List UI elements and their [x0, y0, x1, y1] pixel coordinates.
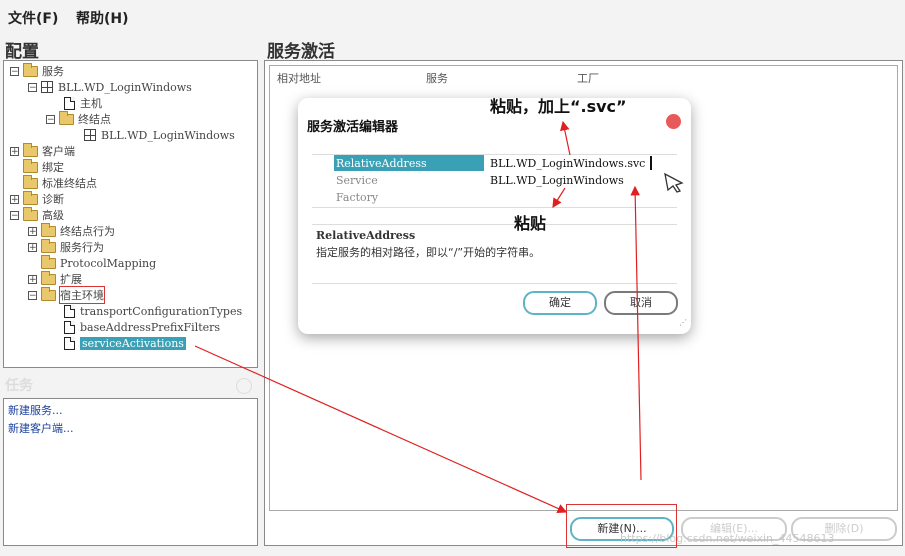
collapse-icon[interactable]: −: [28, 82, 37, 92]
document-icon: [64, 304, 75, 318]
tree-node-service-behaviors[interactable]: + 服务行为: [28, 238, 104, 255]
collapse-circle-icon[interactable]: [236, 378, 252, 394]
tree-label: 扩展: [60, 273, 82, 286]
folder-icon: [23, 206, 38, 221]
property-name[interactable]: Factory: [336, 191, 378, 204]
watermark: https://blog.csdn.net/weixin_44548613: [620, 532, 835, 545]
description-area: RelativeAddress 指定服务的相对路径，即以“/”开始的字符串。: [312, 224, 677, 284]
resize-grip-icon[interactable]: ⋰: [679, 318, 687, 327]
property-value-input[interactable]: BLL.WD_LoginWindows.svc: [490, 157, 645, 170]
tree-node-transport-types[interactable]: transportConfigurationTypes: [64, 303, 242, 319]
tree-label-selected: serviceActivations: [80, 336, 186, 350]
tree-node-advanced[interactable]: − 高级: [10, 206, 64, 223]
tree-node-service-activations[interactable]: serviceActivations: [64, 335, 186, 351]
tree-node-host[interactable]: 主机: [64, 95, 102, 111]
expand-icon[interactable]: +: [28, 226, 37, 236]
collapse-icon[interactable]: −: [10, 66, 19, 76]
tree-node-diagnostics[interactable]: + 诊断: [10, 190, 64, 207]
tree-label: 绑定: [42, 161, 64, 174]
tree-label: baseAddressPrefixFilters: [80, 320, 221, 334]
tree-node-endpoints[interactable]: − 终结点: [46, 110, 111, 127]
menu-bar: 文件(F) 帮助(H): [0, 0, 905, 34]
tree-node-hosting-environment[interactable]: − 宿主环境: [28, 286, 105, 304]
expand-icon[interactable]: +: [10, 194, 19, 204]
tree-label: BLL.WD_LoginWindows: [101, 128, 235, 142]
property-value[interactable]: BLL.WD_LoginWindows: [490, 174, 624, 187]
tree-label: 服务行为: [60, 241, 104, 254]
tree-node-services[interactable]: − 服务: [10, 62, 64, 79]
config-tree[interactable]: − 服务 − BLL.WD_LoginWindows 主机 − 终结点 BLL.WD_…: [3, 60, 258, 368]
document-icon: [64, 336, 75, 350]
menu-help[interactable]: 帮助(H): [76, 8, 129, 28]
folder-icon: [41, 254, 56, 269]
tasks-title: 任务: [5, 378, 33, 394]
folder-icon: [23, 190, 38, 205]
tree-node-client[interactable]: + 客户端: [10, 142, 75, 159]
column-factory[interactable]: 工厂: [577, 70, 599, 86]
tree-node-standard-endpoints[interactable]: 标准终结点: [23, 174, 97, 191]
new-client-link[interactable]: 新建客户端...: [8, 420, 74, 436]
document-icon: [64, 96, 75, 110]
property-name[interactable]: Service: [336, 174, 378, 187]
tree-label: 服务: [42, 65, 64, 78]
collapse-icon[interactable]: −: [28, 290, 37, 300]
tree-node-extensions[interactable]: + 扩展: [28, 270, 82, 287]
column-service[interactable]: 服务: [426, 70, 448, 86]
tree-label: transportConfigurationTypes: [80, 304, 243, 318]
tree-label: 主机: [80, 97, 102, 110]
config-title: 配置: [5, 42, 39, 62]
cancel-button[interactable]: 取消: [604, 291, 678, 315]
tree-label: ProtocolMapping: [60, 256, 157, 270]
close-icon[interactable]: [666, 114, 681, 129]
menu-file[interactable]: 文件(F): [8, 8, 58, 28]
folder-icon: [41, 270, 56, 285]
tree-label: 标准终结点: [42, 177, 97, 190]
folder-icon: [23, 158, 38, 173]
tree-label: 客户端: [42, 145, 75, 158]
expand-icon[interactable]: +: [28, 274, 37, 284]
folder-icon: [59, 110, 74, 125]
tree-node-endpoint-behaviors[interactable]: + 终结点行为: [28, 222, 115, 239]
collapse-icon[interactable]: −: [10, 210, 19, 220]
pointer-icon: [664, 172, 684, 193]
ok-button[interactable]: 确定: [523, 291, 597, 315]
text-cursor: [650, 156, 652, 170]
folder-icon: [23, 142, 38, 157]
service-activation-editor-dialog: 服务激活编辑器 RelativeAddress BLL.WD_LoginWind…: [298, 98, 691, 334]
dialog-title: 服务激活编辑器: [307, 120, 399, 135]
folder-icon: [23, 174, 38, 189]
annotation-paste-add-svc: 粘贴，加上“.svc”: [490, 97, 627, 116]
property-grid[interactable]: RelativeAddress BLL.WD_LoginWindows.svc …: [312, 154, 677, 208]
expand-icon[interactable]: +: [10, 146, 19, 156]
column-relative-address[interactable]: 相对地址: [277, 70, 321, 86]
endpoint-icon: [84, 129, 96, 141]
main-title: 服务激活: [267, 42, 335, 62]
property-name[interactable]: RelativeAddress: [336, 157, 427, 170]
description-text: 指定服务的相对路径，即以“/”开始的字符串。: [316, 246, 541, 259]
tree-node-endpoint[interactable]: BLL.WD_LoginWindows: [84, 127, 235, 143]
tree-label-highlighted: 宿主环境: [59, 286, 105, 304]
tree-node-protocol-mapping[interactable]: ProtocolMapping: [41, 254, 157, 271]
expand-icon[interactable]: +: [28, 242, 37, 252]
folder-icon: [23, 62, 38, 77]
tree-node-bindings[interactable]: 绑定: [23, 158, 64, 175]
tree-node-service[interactable]: − BLL.WD_LoginWindows: [28, 79, 192, 95]
folder-icon: [41, 286, 56, 301]
tasks-panel: 新建服务... 新建客户端...: [3, 398, 258, 546]
new-service-link[interactable]: 新建服务...: [8, 402, 63, 418]
document-icon: [64, 320, 75, 334]
description-title: RelativeAddress: [316, 229, 416, 242]
tree-label: 终结点: [78, 113, 111, 126]
tree-label: 高级: [42, 209, 64, 222]
tree-label: 终结点行为: [60, 225, 115, 238]
collapse-icon[interactable]: −: [46, 114, 55, 124]
tree-label: BLL.WD_LoginWindows: [58, 80, 192, 94]
tree-node-base-address-filters[interactable]: baseAddressPrefixFilters: [64, 319, 220, 335]
annotation-paste: 粘贴: [514, 214, 547, 233]
tree-label: 诊断: [42, 193, 64, 206]
service-icon: [41, 81, 53, 93]
folder-icon: [41, 222, 56, 237]
folder-icon: [41, 238, 56, 253]
